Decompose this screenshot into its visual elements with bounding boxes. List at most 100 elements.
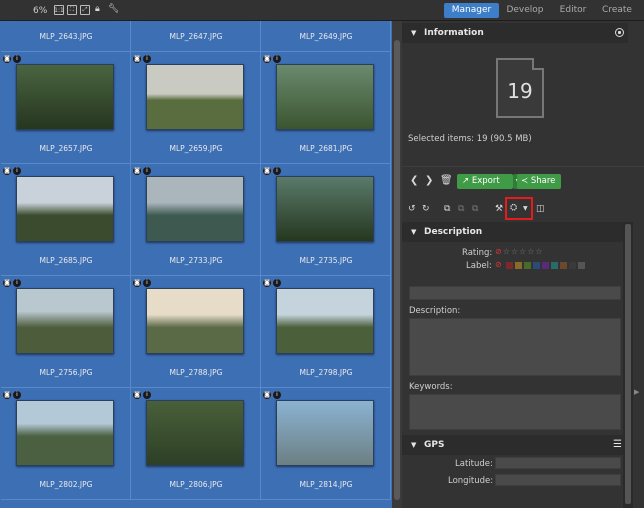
thumbnail-cell[interactable]: ◙ i MLP_2685.JPG — [1, 164, 131, 276]
thumbnail-image[interactable] — [276, 288, 374, 354]
next-icon[interactable]: ❯ — [425, 175, 433, 186]
thumbnail-image[interactable] — [146, 400, 244, 466]
tab-create[interactable]: Create — [598, 3, 636, 18]
thumbnail-image[interactable] — [16, 288, 114, 354]
grid-size-icon[interactable]: 1:1 — [54, 5, 64, 15]
thumbnail-cell[interactable]: ◙ i MLP_2733.JPG — [131, 164, 261, 276]
tools-icon[interactable]: 🔧︎ — [108, 4, 119, 14]
paste-all-icon[interactable]: ⧉ — [472, 204, 478, 214]
export-button[interactable]: ↗ Export — [457, 174, 513, 189]
camera-icon: ◙ — [133, 167, 141, 175]
description-header[interactable]: ▼ Description — [402, 222, 628, 242]
thumbnail-cell[interactable]: ◙ i MLP_2798.JPG — [261, 276, 391, 388]
status-dot-icon[interactable] — [615, 28, 624, 37]
compare-icon[interactable]: ◫ — [536, 204, 545, 214]
selected-items-text: Selected items: 19 (90.5 MB) — [408, 134, 532, 144]
delete-icon[interactable]: 🗑︎ — [440, 175, 453, 186]
tab-editor[interactable]: Editor — [554, 3, 592, 18]
title-field[interactable] — [409, 286, 621, 300]
thumbnail-image[interactable] — [146, 176, 244, 242]
keywords-label: Keywords: — [409, 382, 453, 392]
thumbnail-filename: MLP_2685.JPG — [39, 256, 93, 265]
thumbnail-cell[interactable]: ◙ i MLP_2788.JPG — [131, 276, 261, 388]
share-export-icon[interactable]: ⛭ — [510, 203, 517, 213]
zoom-level[interactable]: 6% — [33, 6, 47, 16]
label-swatch[interactable] — [524, 262, 531, 269]
rotate-right-icon[interactable]: ↻ — [422, 204, 430, 214]
thumbnail-cell[interactable]: ◙iMLP_2643.JPG — [1, 21, 131, 52]
rating-label: Rating: — [462, 248, 493, 258]
label-swatch[interactable] — [533, 262, 540, 269]
tab-manager[interactable]: Manager — [444, 3, 499, 18]
thumbnail-image[interactable] — [16, 64, 114, 130]
thumbnail-filename: MLP_2733.JPG — [169, 256, 223, 265]
camera-icon: ◙ — [263, 55, 271, 63]
thumbnail-filename: MLP_2806.JPG — [169, 480, 223, 489]
thumbnail-cell[interactable]: ◙ i MLP_2659.JPG — [131, 52, 261, 164]
description-field[interactable] — [409, 318, 621, 376]
thumbnail-cell[interactable]: ◙ i MLP_2657.JPG — [1, 52, 131, 164]
thumbnail-image[interactable] — [16, 176, 114, 242]
lock-icon[interactable]: 🔒︎ — [95, 4, 100, 14]
label-label: Label: — [466, 261, 492, 271]
label-swatch[interactable] — [515, 262, 522, 269]
rotate-left-icon[interactable]: ↺ — [408, 204, 416, 214]
label-swatch[interactable] — [569, 262, 576, 269]
label-swatch[interactable] — [551, 262, 558, 269]
thumbnail-cell[interactable]: ◙ i MLP_2802.JPG — [1, 388, 131, 500]
thumbnail-image[interactable] — [276, 64, 374, 130]
previous-icon[interactable]: ❮ — [410, 175, 418, 186]
thumbnail-cell[interactable]: ◙ i MLP_2806.JPG — [131, 388, 261, 500]
thumbnail-badges: ◙ i — [133, 55, 151, 63]
thumbnail-cell[interactable]: ◙ i MLP_2756.JPG — [1, 276, 131, 388]
label-swatch[interactable] — [578, 262, 585, 269]
label-swatch[interactable] — [506, 262, 513, 269]
thumbnail-filename: MLP_2659.JPG — [169, 144, 223, 153]
gps-header[interactable]: ▼ GPS ☰ — [402, 435, 628, 455]
thumbnail-filename: MLP_2788.JPG — [169, 368, 223, 377]
no-label-icon[interactable]: ⊘ — [495, 260, 502, 269]
thumbnail-cell[interactable]: ◙iMLP_2649.JPG — [261, 21, 391, 52]
reject-icon[interactable]: ⊘ — [495, 247, 503, 256]
thumbnail-cell[interactable]: ◙iMLP_2647.JPG — [131, 21, 261, 52]
thumbnail-filename: MLP_2643.JPG — [39, 32, 93, 41]
thumbnail-image[interactable] — [146, 288, 244, 354]
thumbnail-image[interactable] — [16, 400, 114, 466]
thumbnail-image[interactable] — [276, 400, 374, 466]
tab-develop[interactable]: Develop — [504, 3, 546, 18]
fit-icon[interactable]: ⛶ — [67, 5, 77, 15]
label-swatch[interactable] — [560, 262, 567, 269]
menu-icon[interactable]: ☰ — [613, 439, 622, 450]
file-stack-icon: 19 — [496, 58, 544, 118]
fullscreen-icon[interactable]: ⤢ — [80, 5, 90, 15]
label-swatch[interactable] — [542, 262, 549, 269]
collapse-icon[interactable]: ▼ — [411, 228, 416, 236]
info-icon: i — [273, 167, 281, 175]
collapse-icon[interactable]: ▼ — [411, 441, 416, 449]
share-button[interactable]: ≺ Share — [517, 174, 561, 189]
thumbnail-image[interactable] — [146, 64, 244, 130]
keywords-field[interactable] — [409, 394, 621, 430]
thumbnail-image[interactable] — [276, 176, 374, 242]
thumbnail-cell[interactable]: ◙ i MLP_2735.JPG — [261, 164, 391, 276]
info-icon: i — [273, 391, 281, 399]
paste-icon[interactable]: ⧉ — [458, 204, 464, 214]
collapse-icon[interactable]: ▼ — [411, 29, 416, 37]
copy-icon[interactable]: ⧉ — [444, 204, 450, 214]
grid-scrollbar-thumb[interactable] — [394, 40, 400, 500]
thumbnail-cell[interactable]: ◙ i MLP_2814.JPG — [261, 388, 391, 500]
wand-icon[interactable]: ⚒ — [495, 204, 503, 214]
latitude-field[interactable] — [495, 457, 621, 469]
thumbnail-grid[interactable]: ◙iMLP_2643.JPG◙iMLP_2647.JPG◙iMLP_2649.J… — [0, 21, 392, 508]
chevron-down-icon[interactable]: ▼ — [523, 205, 528, 212]
rating-stars[interactable]: ⊘☆☆☆☆☆ — [495, 247, 544, 256]
thumbnail-badges: ◙ i — [3, 391, 21, 399]
thumbnail-badges: ◙ i — [3, 167, 21, 175]
panel-scrollbar-thumb[interactable] — [625, 224, 631, 504]
top-toolbar: 6% 1:1 ⛶ ⤢ 🔒︎ 🔧︎ Manager Develop Editor … — [0, 0, 644, 21]
expand-panel-icon[interactable]: ▶ — [634, 388, 639, 396]
info-icon: i — [13, 167, 21, 175]
information-header[interactable]: ▼ Information — [402, 23, 628, 43]
thumbnail-cell[interactable]: ◙ i MLP_2681.JPG — [261, 52, 391, 164]
longitude-field[interactable] — [495, 474, 621, 486]
